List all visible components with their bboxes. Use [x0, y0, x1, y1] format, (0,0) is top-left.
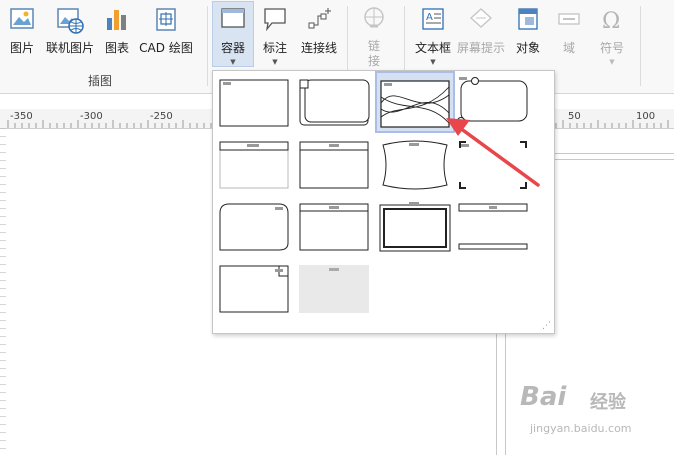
watermark-brand: Bai: [520, 382, 567, 412]
watermark-sub: 经验: [590, 392, 626, 413]
baidu-watermark: Bai 经验 jingyan.baidu.com: [520, 382, 670, 452]
watermark-url: jingyan.baidu.com: [530, 422, 632, 435]
